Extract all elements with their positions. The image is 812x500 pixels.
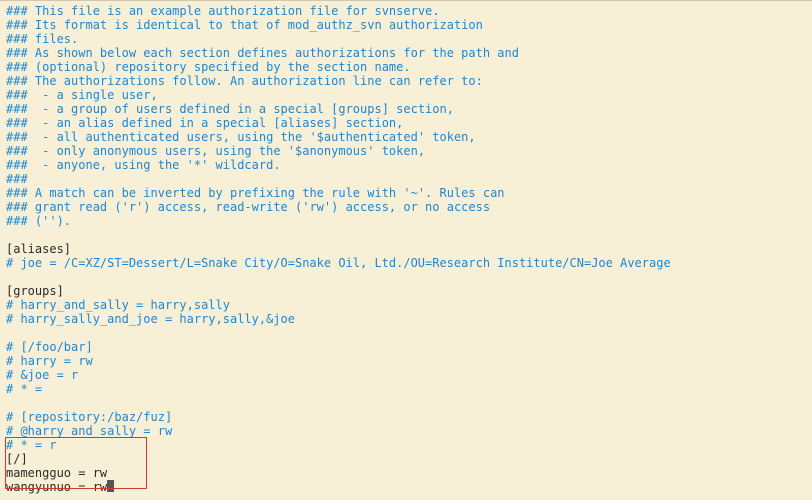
code-line[interactable]: # [repository:/baz/fuz] bbox=[6, 410, 806, 424]
code-line[interactable]: ### (optional) repository specified by t… bbox=[6, 60, 806, 74]
comment-text: ### bbox=[6, 74, 28, 88]
text-cursor bbox=[107, 480, 114, 492]
code-line[interactable]: ### files. bbox=[6, 32, 806, 46]
comment-text: # harry = rw bbox=[6, 354, 93, 368]
comment-text: ### bbox=[6, 46, 28, 60]
config-text: mamengguo = rw bbox=[6, 466, 107, 480]
code-line[interactable]: # [/foo/bar] bbox=[6, 340, 806, 354]
comment-text: - all authenticated users, using the '$a… bbox=[28, 130, 476, 144]
comment-text: ### bbox=[6, 88, 28, 102]
code-line[interactable] bbox=[6, 228, 806, 242]
comment-text: ### bbox=[6, 214, 28, 228]
comment-text: ### bbox=[6, 186, 28, 200]
comment-text: ### bbox=[6, 200, 28, 214]
comment-text: # harry_sally_and_joe = harry,sally,&joe bbox=[6, 312, 295, 326]
comment-text: (optional) repository specified by the s… bbox=[28, 60, 411, 74]
code-content[interactable]: ### This file is an example authorizatio… bbox=[6, 4, 806, 494]
comment-text: ### bbox=[6, 60, 28, 74]
code-line[interactable]: # &joe = r bbox=[6, 368, 806, 382]
code-line[interactable]: ### - all authenticated users, using the… bbox=[6, 130, 806, 144]
comment-text: - only anonymous users, using the '$anon… bbox=[28, 144, 425, 158]
comment-text: # @harry_and_sally = rw bbox=[6, 424, 172, 438]
code-line[interactable] bbox=[6, 270, 806, 284]
comment-text: # joe = /C=XZ/ST=Dessert/L=Snake City/O=… bbox=[6, 256, 671, 270]
code-line[interactable]: ### - a single user, bbox=[6, 88, 806, 102]
code-line[interactable]: # @harry_and_sally = rw bbox=[6, 424, 806, 438]
code-line[interactable]: ### Its format is identical to that of m… bbox=[6, 18, 806, 32]
code-line[interactable]: ### - an alias defined in a special [ali… bbox=[6, 116, 806, 130]
comment-text: files. bbox=[28, 32, 79, 46]
code-line[interactable]: ### grant read ('r') access, read-write … bbox=[6, 200, 806, 214]
comment-text: This file is an example authorization fi… bbox=[28, 4, 440, 18]
config-text: [/] bbox=[6, 452, 28, 466]
code-line[interactable]: ### As shown below each section defines … bbox=[6, 46, 806, 60]
comment-text: # harry_and_sally = harry,sally bbox=[6, 298, 230, 312]
comment-text: ### bbox=[6, 18, 28, 32]
comment-text: Its format is identical to that of mod_a… bbox=[28, 18, 483, 32]
comment-text: The authorizations follow. An authorizat… bbox=[28, 74, 483, 88]
comment-text: # [/foo/bar] bbox=[6, 340, 93, 354]
code-line[interactable]: # harry_sally_and_joe = harry,sally,&joe bbox=[6, 312, 806, 326]
code-line[interactable]: ### - a group of users defined in a spec… bbox=[6, 102, 806, 116]
code-line[interactable]: mamengguo = rw bbox=[6, 466, 806, 480]
code-line[interactable]: # * = r bbox=[6, 438, 806, 452]
comment-text: # * = r bbox=[6, 438, 57, 452]
comment-text: ### bbox=[6, 116, 28, 130]
comment-text: ### bbox=[6, 144, 28, 158]
config-text: [aliases] bbox=[6, 242, 71, 256]
code-line[interactable]: ### The authorizations follow. An author… bbox=[6, 74, 806, 88]
comment-text: ### bbox=[6, 4, 28, 18]
comment-text: - an alias defined in a special [aliases… bbox=[28, 116, 404, 130]
code-line[interactable]: ### - anyone, using the '*' wildcard. bbox=[6, 158, 806, 172]
comment-text: - a single user, bbox=[28, 88, 158, 102]
comment-text: A match can be inverted by prefixing the… bbox=[28, 186, 505, 200]
code-line[interactable] bbox=[6, 396, 806, 410]
text-editor-viewport[interactable]: ### This file is an example authorizatio… bbox=[0, 0, 812, 500]
code-line[interactable] bbox=[6, 326, 806, 340]
comment-text: ### bbox=[6, 158, 28, 172]
code-line[interactable]: # harry = rw bbox=[6, 354, 806, 368]
comment-text: ### bbox=[6, 130, 28, 144]
code-line[interactable]: # joe = /C=XZ/ST=Dessert/L=Snake City/O=… bbox=[6, 256, 806, 270]
comment-text: ### bbox=[6, 172, 28, 186]
code-line[interactable]: [groups] bbox=[6, 284, 806, 298]
code-line[interactable]: # * = bbox=[6, 382, 806, 396]
comment-text: # [repository:/baz/fuz] bbox=[6, 410, 172, 424]
config-text: [groups] bbox=[6, 284, 64, 298]
code-line[interactable]: # harry_and_sally = harry,sally bbox=[6, 298, 806, 312]
comment-text: (''). bbox=[28, 214, 71, 228]
code-line[interactable]: ### - only anonymous users, using the '$… bbox=[6, 144, 806, 158]
code-line[interactable]: [/] bbox=[6, 452, 806, 466]
comment-text: - a group of users defined in a special … bbox=[28, 102, 454, 116]
comment-text: # &joe = r bbox=[6, 368, 78, 382]
code-line[interactable]: ### (''). bbox=[6, 214, 806, 228]
code-line[interactable]: ### A match can be inverted by prefixing… bbox=[6, 186, 806, 200]
code-line[interactable]: wangyunuo = rw bbox=[6, 480, 806, 494]
comment-text: As shown below each section defines auth… bbox=[28, 46, 519, 60]
config-text: wangyunuo = rw bbox=[6, 480, 107, 494]
code-line[interactable]: ### bbox=[6, 172, 806, 186]
comment-text: ### bbox=[6, 102, 28, 116]
comment-text: # * = bbox=[6, 382, 42, 396]
code-line[interactable]: ### This file is an example authorizatio… bbox=[6, 4, 806, 18]
code-line[interactable]: [aliases] bbox=[6, 242, 806, 256]
comment-text: ### bbox=[6, 32, 28, 46]
comment-text: grant read ('r') access, read-write ('rw… bbox=[28, 200, 490, 214]
comment-text: - anyone, using the '*' wildcard. bbox=[28, 158, 281, 172]
